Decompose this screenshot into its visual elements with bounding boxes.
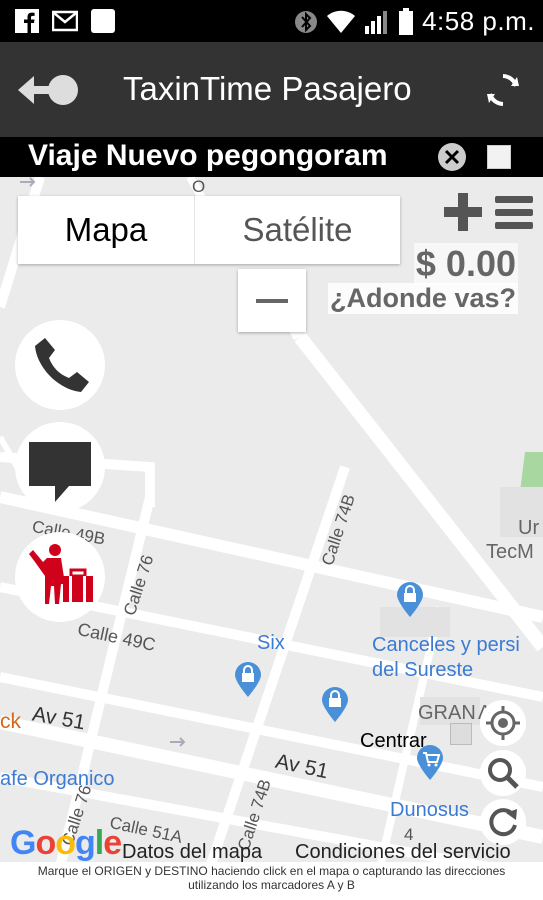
refresh-icon[interactable] [483,70,523,110]
instructions-footer: Marque el ORIGEN y DESTINO haciendo clic… [0,862,543,900]
reload-button[interactable] [480,799,526,845]
destination-prompt[interactable]: ¿Adonde vas? [327,283,518,314]
instructions-line-2: utilizando los marcadores A y B [188,878,355,892]
terms-link[interactable]: Condiciones del servicio [295,841,511,864]
poi-label: afe Organico [0,768,115,790]
reload-icon [489,808,517,837]
poi-label: GRAN [418,702,476,724]
call-button[interactable] [15,320,105,410]
app-title: TaxinTime Pasajero [123,70,412,107]
shopping-pin-icon[interactable] [396,582,424,618]
poi-label: Canceles y persi [372,634,520,656]
instructions-line-1: Marque el ORIGEN y DESTINO haciendo clic… [37,864,506,878]
marker-checkbox[interactable] [450,723,472,745]
trip-title: Viaje Nuevo pegongoram [28,139,388,172]
my-location-button[interactable] [480,700,526,746]
map-view[interactable]: Calle 49B Calle 76 Calle 74B Calle 49C A… [0,177,543,867]
google-logo: Google [10,824,122,862]
search-icon [488,758,519,789]
trip-checkbox[interactable] [487,145,511,169]
cart-pin-icon[interactable] [416,745,444,781]
poi-label: TecM [486,541,534,563]
bluetooth-icon [295,10,318,33]
map-type-map-button[interactable]: Mapa [18,196,195,264]
back-arrow-icon[interactable] [16,70,82,110]
facebook-icon [15,9,39,33]
shopping-pin-icon[interactable] [321,687,349,723]
search-button[interactable] [480,750,526,796]
status-bar: 4:58 p.m. [0,0,543,42]
battery-icon [399,7,414,35]
hail-taxi-button[interactable] [15,532,105,622]
poi-label: Ur [518,517,540,539]
signal-icon [365,10,388,34]
crosshair-icon [486,706,520,740]
plus-icon[interactable] [442,191,484,233]
poi-label: del Sureste [372,659,474,681]
wifi-icon [327,10,356,33]
map-type-control: Mapa Satélite [18,196,400,264]
mail-icon [52,10,78,32]
zoom-out-button[interactable] [238,269,306,332]
trip-bar: Viaje Nuevo pegongoram [0,137,543,177]
map-data-link[interactable]: Datos del mapa [122,841,262,864]
street-label: O [192,177,206,196]
passenger-luggage-icon [29,544,93,604]
map-type-satellite-button[interactable]: Satélite [195,196,400,264]
shopping-pin-icon[interactable] [234,662,262,698]
square-icon [91,9,115,33]
trip-price: $ 0.00 [413,243,518,285]
clock: 4:58 p.m. [422,6,535,36]
poi-label: Dunosus [390,799,469,821]
poi-label: Six [257,632,285,654]
chat-button[interactable] [15,422,105,512]
phone-icon [35,338,89,392]
app-toolbar: TaxinTime Pasajero [0,42,543,137]
street-label: ck [0,710,21,733]
close-icon[interactable] [436,141,468,173]
chat-icon [29,442,91,502]
menu-icon[interactable] [493,194,535,230]
